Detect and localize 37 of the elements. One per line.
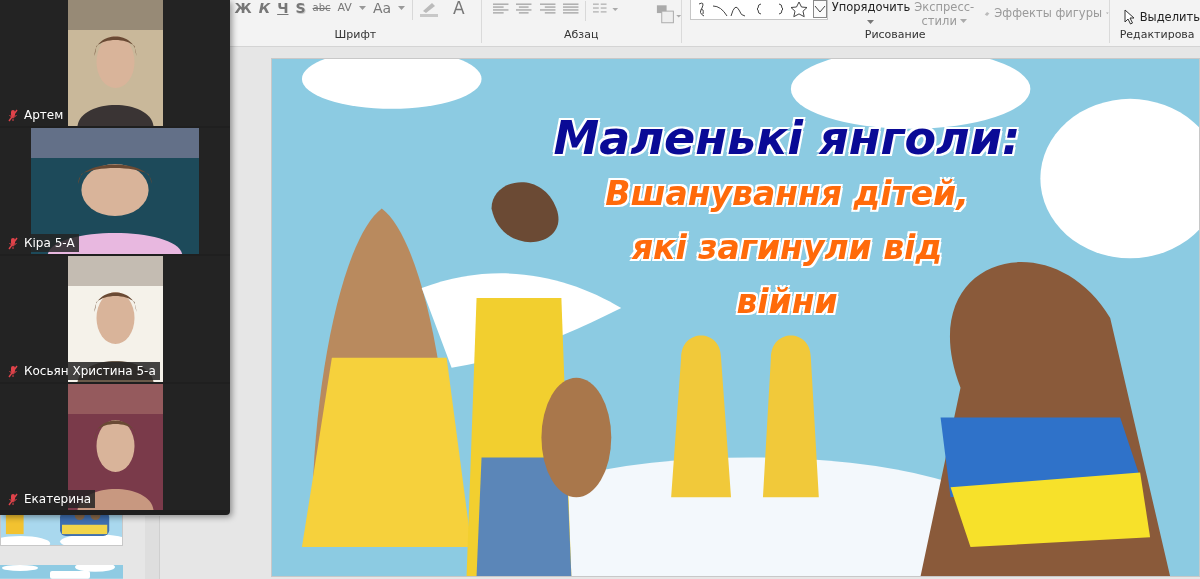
caret-icon — [358, 6, 366, 11]
group-label: Шрифт — [333, 27, 378, 43]
group-label: Рисование — [863, 27, 927, 43]
slide-subtitle: війни — [736, 281, 838, 323]
font-tool-button[interactable]: Ж — [234, 0, 252, 16]
font-tool-button[interactable]: Aa — [372, 0, 392, 16]
slide-subtitle: які загинули від — [631, 227, 943, 269]
cursor-icon — [1123, 9, 1136, 25]
participant-name: Артем — [24, 108, 64, 122]
quick-styles-button[interactable]: стили — [921, 14, 957, 27]
caret-icon — [959, 18, 967, 24]
scrollbar[interactable] — [145, 516, 160, 579]
select-button[interactable]: Выделить — [1139, 9, 1200, 24]
caret-icon — [867, 20, 875, 25]
align-icon[interactable] — [491, 2, 510, 16]
align-icon[interactable] — [538, 2, 556, 16]
gallery-more-button[interactable] — [812, 0, 827, 18]
font-tool-button[interactable]: К — [258, 0, 271, 16]
font-tool-button[interactable]: Ч — [277, 0, 289, 16]
quick-styles-button[interactable]: Экспресс- — [914, 0, 975, 14]
align-icon[interactable] — [515, 2, 533, 16]
columns-icon[interactable] — [592, 2, 620, 16]
font-tool-button[interactable]: S — [295, 0, 306, 16]
font-color-button[interactable]: A — [453, 0, 465, 16]
participant-name: Кіра 5-А — [24, 236, 75, 250]
align-icon[interactable] — [562, 2, 580, 16]
caret-icon — [398, 6, 406, 11]
participant-name: Косьян Христина 5-а — [24, 364, 156, 378]
group-label: Редактирова — [1118, 27, 1196, 43]
font-tool-button[interactable]: abc — [312, 0, 331, 16]
group-label: Абзац — [563, 27, 600, 43]
slide-subtitle: Вшанування дітей, — [605, 173, 969, 215]
shapes-gallery[interactable] — [689, 0, 828, 20]
slide-title: Маленькі янголи: — [553, 110, 1021, 167]
arrange-button[interactable]: Упорядочить — [831, 0, 911, 14]
shape-effects-button[interactable]: Эффекты фигуры — [994, 6, 1103, 20]
font-tool-button[interactable]: AV — [337, 0, 352, 16]
